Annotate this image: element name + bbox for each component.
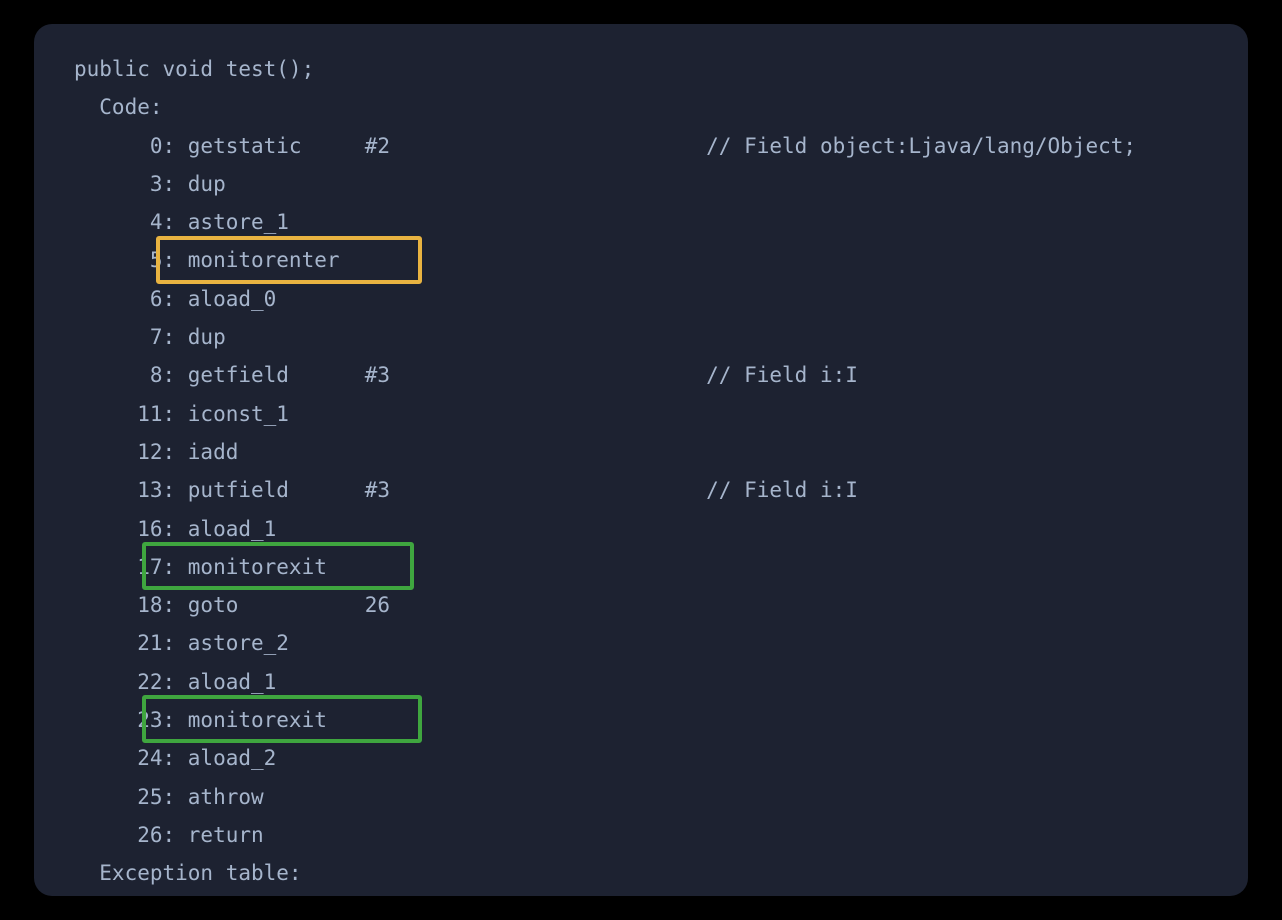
code-line: 6: aload_0 bbox=[74, 280, 1136, 318]
code-line: 12: iadd bbox=[74, 433, 1136, 471]
code-line: 24: aload_2 bbox=[74, 739, 1136, 777]
code-line: 18: goto 26 bbox=[74, 586, 1136, 624]
code-line: 11: iconst_1 bbox=[74, 395, 1136, 433]
code-line: 25: athrow bbox=[74, 778, 1136, 816]
code-line: 26: return bbox=[74, 816, 1136, 854]
code-line: Exception table: bbox=[74, 854, 1136, 892]
code-line: Code: bbox=[74, 88, 1136, 126]
code-line: 17: monitorexit bbox=[74, 548, 1136, 586]
code-line: 21: astore_2 bbox=[74, 624, 1136, 662]
code-panel: public void test(); Code: 0: getstatic #… bbox=[34, 24, 1248, 896]
code-line: 3: dup bbox=[74, 165, 1136, 203]
code-line: 0: getstatic #2 // Field object:Ljava/la… bbox=[74, 127, 1136, 165]
code-line: 5: monitorenter bbox=[74, 241, 1136, 279]
code-line: public void test(); bbox=[74, 50, 1136, 88]
code-line: 23: monitorexit bbox=[74, 701, 1136, 739]
code-line: 8: getfield #3 // Field i:I bbox=[74, 356, 1136, 394]
code-line: 7: dup bbox=[74, 318, 1136, 356]
code-line: 4: astore_1 bbox=[74, 203, 1136, 241]
bytecode-listing: public void test(); Code: 0: getstatic #… bbox=[74, 50, 1136, 893]
code-line: 13: putfield #3 // Field i:I bbox=[74, 471, 1136, 509]
code-line: 22: aload_1 bbox=[74, 663, 1136, 701]
code-line: 16: aload_1 bbox=[74, 510, 1136, 548]
